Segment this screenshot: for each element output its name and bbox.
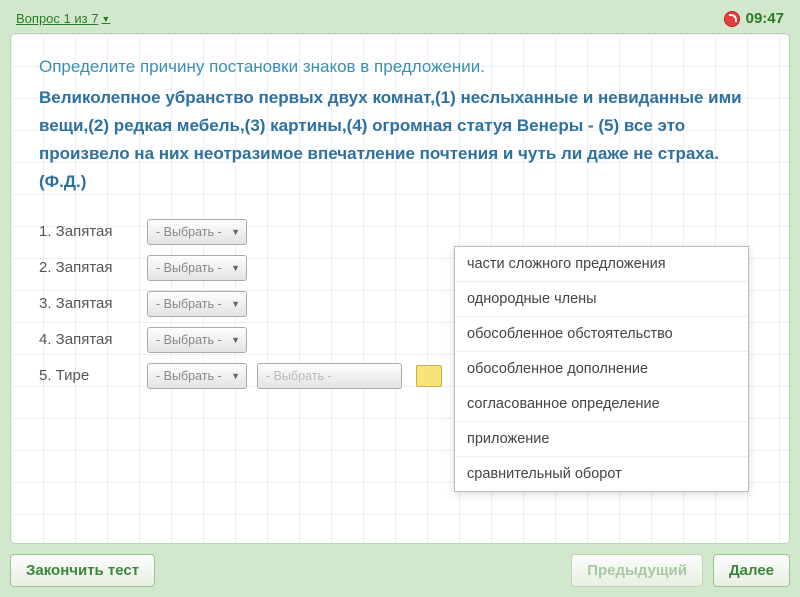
dropdown-option[interactable]: обособленное обстоятельство [455,317,748,352]
dropdown-option[interactable]: части сложного предложения [455,247,748,282]
finish-test-button[interactable]: Закончить тест [10,554,155,587]
chevron-down-icon: ▼ [231,263,240,273]
highlight-marker [416,365,442,387]
select-reason[interactable]: - Выбрать - ▼ [147,327,247,353]
question-paper: Определите причину постановки знаков в п… [10,33,790,544]
dropdown-option[interactable]: однородные члены [455,282,748,317]
dropdown-option[interactable]: согласованное определение [455,387,748,422]
item-label: 5. Тире [39,367,139,384]
timer-value: 09:47 [746,10,784,27]
item-label: 2. Запятая [39,259,139,276]
item-label: 4. Запятая [39,331,139,348]
answer-row: 1. Запятая - Выбрать - ▼ [39,219,761,245]
ghost-select-label: - Выбрать - [266,369,332,383]
chevron-down-icon: ▼ [231,299,240,309]
select-reason[interactable]: - Выбрать - ▼ [147,219,247,245]
sentence-text: Великолепное убранство первых двух комна… [39,84,761,196]
select-placeholder: - Выбрать - [156,261,222,275]
question-nav-label: Вопрос 1 из 7 [16,11,98,26]
question-nav-link[interactable]: Вопрос 1 из 7 ▼ [16,11,110,26]
dropdown-option[interactable]: сравнительный оборот [455,457,748,491]
item-label: 1. Запятая [39,223,139,240]
select-reason[interactable]: - Выбрать - ▼ [147,291,247,317]
select-reason[interactable]: - Выбрать - ▼ [147,255,247,281]
reason-dropdown[interactable]: части сложного предложения однородные чл… [454,246,749,492]
chevron-down-icon: ▼ [231,227,240,237]
dropdown-option[interactable]: приложение [455,422,748,457]
next-button[interactable]: Далее [713,554,790,587]
timer: 09:47 [724,10,784,27]
select-placeholder: - Выбрать - [156,369,222,383]
chevron-down-icon: ▼ [231,335,240,345]
select-reason[interactable]: - Выбрать - ▼ [147,363,247,389]
clock-icon [724,11,740,27]
instruction-text: Определите причину постановки знаков в п… [39,54,761,80]
select-placeholder: - Выбрать - [156,225,222,239]
caret-down-icon: ▼ [101,14,110,24]
select-placeholder: - Выбрать - [156,297,222,311]
dropdown-option[interactable]: обособленное дополнение [455,352,748,387]
chevron-down-icon: ▼ [231,371,240,381]
prev-button[interactable]: Предыдущий [571,554,703,587]
ghost-select[interactable]: - Выбрать - [257,363,402,389]
item-label: 3. Запятая [39,295,139,312]
select-placeholder: - Выбрать - [156,333,222,347]
